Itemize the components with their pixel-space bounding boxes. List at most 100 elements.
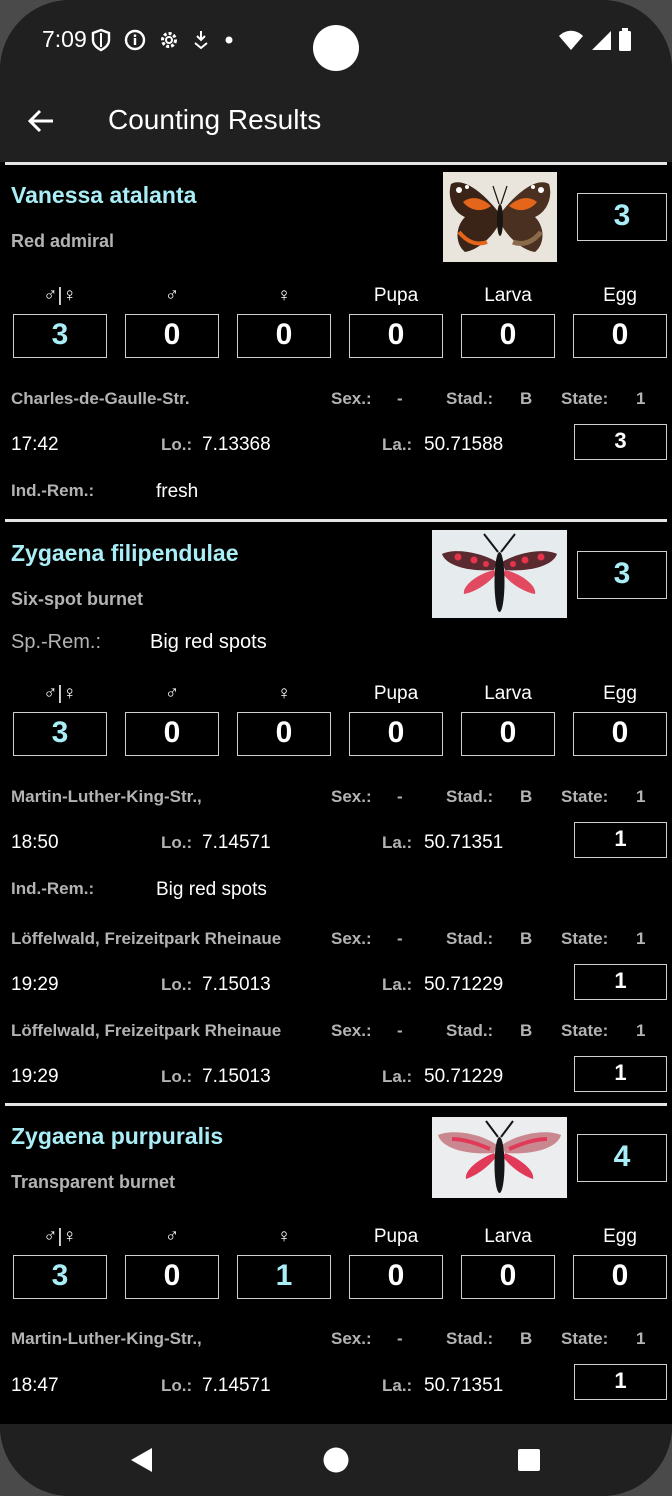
- record-location: Martin-Luther-King-Str.,: [11, 1329, 202, 1348]
- header-female: ♀: [276, 1226, 292, 1247]
- record-ind-rem: fresh: [156, 481, 199, 502]
- header-male: ♂: [164, 1226, 180, 1247]
- count-female[interactable]: 1: [237, 1255, 331, 1299]
- count-egg[interactable]: 0: [573, 314, 667, 358]
- wifi-icon: [558, 29, 584, 56]
- record-state: 1: [636, 929, 646, 948]
- label-state: State:: [561, 787, 609, 806]
- species-remark: Big red spots: [150, 631, 267, 653]
- status-icons-right: [558, 28, 632, 57]
- record-lon: 7.13368: [202, 434, 271, 455]
- count-sexes[interactable]: 3: [13, 712, 107, 756]
- species-total-count[interactable]: 3: [577, 193, 667, 241]
- header-sexes: ♂|♀: [43, 683, 77, 704]
- count-pupa[interactable]: 0: [349, 314, 443, 358]
- status-bar: 7:09: [0, 0, 672, 80]
- shield-icon: [90, 28, 112, 52]
- header-sexes: ♂|♀: [43, 285, 77, 306]
- species-total-count[interactable]: 4: [577, 1134, 667, 1182]
- header-male: ♂: [164, 285, 180, 306]
- label-stage: Stad.:: [446, 787, 494, 806]
- count-male[interactable]: 0: [125, 712, 219, 756]
- count-larva[interactable]: 0: [461, 314, 555, 358]
- record-count[interactable]: 1: [574, 1364, 667, 1400]
- species-photo[interactable]: [443, 172, 557, 262]
- status-time: 7:09: [42, 26, 87, 52]
- record-lat: 50.71229: [424, 974, 504, 995]
- section-divider: [5, 1103, 667, 1106]
- count-pupa[interactable]: 0: [349, 1255, 443, 1299]
- count-sexes[interactable]: 3: [13, 1255, 107, 1299]
- header-egg: Egg: [603, 683, 637, 704]
- count-egg[interactable]: 0: [573, 712, 667, 756]
- record-sex: -: [397, 787, 403, 806]
- record-lon: 7.14571: [202, 832, 271, 853]
- record-count[interactable]: 1: [574, 1056, 667, 1092]
- record-ind-rem: Big red spots: [156, 879, 267, 900]
- label-lat: La.:: [382, 435, 413, 454]
- label-stage: Stad.:: [446, 389, 494, 408]
- record-lat: 50.71351: [424, 832, 504, 853]
- label-lat: La.:: [382, 1067, 413, 1086]
- header-pupa: Pupa: [373, 683, 419, 704]
- header-larva: Larva: [484, 285, 532, 306]
- record-state: 1: [636, 1329, 646, 1348]
- label-state: State:: [561, 1021, 609, 1040]
- nav-recents-icon[interactable]: [517, 1448, 541, 1477]
- count-larva[interactable]: 0: [461, 712, 555, 756]
- page-title: Counting Results: [108, 104, 322, 135]
- label-sex: Sex.:: [331, 389, 372, 408]
- gear-icon: [158, 29, 180, 51]
- record-stage: B: [520, 929, 533, 948]
- count-larva[interactable]: 0: [461, 1255, 555, 1299]
- header-larva: Larva: [484, 1226, 532, 1247]
- nav-home-icon[interactable]: [322, 1446, 350, 1479]
- record-time: 18:50: [11, 832, 59, 853]
- count-female[interactable]: 0: [237, 314, 331, 358]
- record-lon: 7.15013: [202, 974, 271, 995]
- record-count[interactable]: 1: [574, 964, 667, 1000]
- species-total-count[interactable]: 3: [577, 551, 667, 599]
- record-state: 1: [636, 787, 646, 806]
- record-count[interactable]: 1: [574, 822, 667, 858]
- record-location: Martin-Luther-King-Str.,: [11, 787, 202, 806]
- header-female: ♀: [276, 285, 292, 306]
- label-state: State:: [561, 389, 609, 408]
- record-location: Löffelwald, Freizeitpark Rheinaue: [11, 1021, 282, 1040]
- back-arrow-icon[interactable]: [26, 106, 56, 141]
- count-male[interactable]: 0: [125, 314, 219, 358]
- count-sexes[interactable]: 3: [13, 314, 107, 358]
- record-state: 1: [636, 1021, 646, 1040]
- record-state: 1: [636, 389, 646, 408]
- count-pupa[interactable]: 0: [349, 712, 443, 756]
- label-ind-rem: Ind.-Rem.:: [11, 481, 95, 500]
- record-time: 18:47: [11, 1375, 59, 1396]
- species-name: Zygaena filipendulae: [11, 540, 239, 566]
- section-divider: [5, 162, 667, 165]
- header-female: ♀: [276, 683, 292, 704]
- section-divider: [5, 519, 667, 522]
- results-list[interactable]: Vanessa atalanta Red admiral 3 ♂|♀ ♂ ♀ P…: [0, 162, 672, 1424]
- info-icon: [124, 29, 146, 51]
- count-female[interactable]: 0: [237, 712, 331, 756]
- label-ind-rem: Ind.-Rem.:: [11, 879, 95, 898]
- header-pupa: Pupa: [373, 285, 419, 306]
- signal-icon: [590, 29, 612, 56]
- species-photo[interactable]: [432, 1117, 567, 1198]
- record-time: 19:29: [11, 974, 59, 995]
- navigation-bar: [0, 1424, 672, 1496]
- header-egg: Egg: [603, 1226, 637, 1247]
- record-time: 19:29: [11, 1066, 59, 1087]
- label-lon: Lo.:: [161, 975, 193, 994]
- label-lon: Lo.:: [161, 1376, 193, 1395]
- header-sexes: ♂|♀: [43, 1226, 77, 1247]
- count-male[interactable]: 0: [125, 1255, 219, 1299]
- count-egg[interactable]: 0: [573, 1255, 667, 1299]
- record-lat: 50.71229: [424, 1066, 504, 1087]
- header-larva: Larva: [484, 683, 532, 704]
- record-count[interactable]: 3: [574, 424, 667, 460]
- species-photo[interactable]: [432, 530, 567, 618]
- label-sex: Sex.:: [331, 1329, 372, 1348]
- species-common-name: Transparent burnet: [11, 1172, 176, 1192]
- nav-back-icon[interactable]: [128, 1446, 156, 1479]
